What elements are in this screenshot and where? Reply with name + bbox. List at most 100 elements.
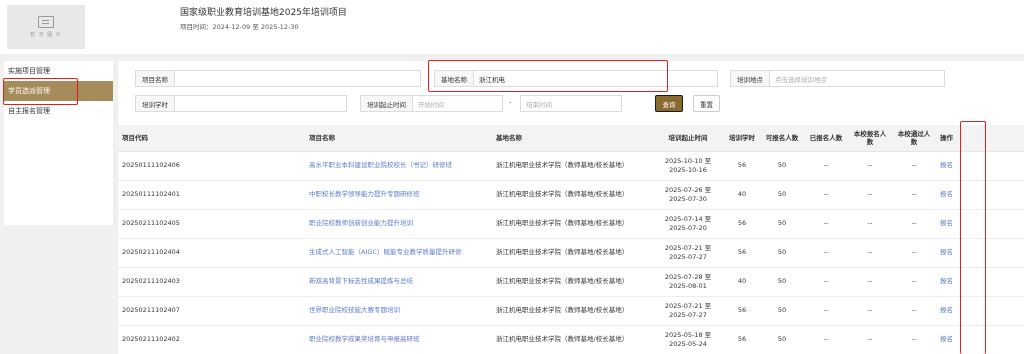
school-passed-count: -- bbox=[892, 325, 936, 354]
sidebar: 实施项目管理 学员选派管理 自主报名管理 bbox=[4, 61, 113, 225]
no-image-text: 暂 无 图 片 bbox=[30, 32, 62, 38]
base-name: 浙江机电职业技术学院（教师基地/校长基地） bbox=[492, 296, 652, 326]
training-hours: 56 bbox=[724, 325, 760, 354]
hours-label: 培训学时 bbox=[135, 95, 174, 112]
col-header-action: 操作 bbox=[936, 125, 1024, 152]
register-link[interactable]: 报名 bbox=[936, 238, 1024, 268]
table-row: 20250211102407 世界职业院校技能大赛专题培训 浙江机电职业技术学院… bbox=[118, 296, 1024, 326]
page-header: 暂 无 图 片 国家级职业教育培训基地2025年培训项目 项目时间：2024-1… bbox=[0, 0, 1024, 54]
period-end: 2025-07-27 bbox=[669, 252, 707, 261]
project-name-link[interactable]: 职业院校教学成果奖培育与申报高研班 bbox=[305, 325, 492, 354]
register-link[interactable]: 报名 bbox=[936, 325, 1024, 354]
project-code: 20250211102407 bbox=[118, 296, 305, 326]
period-end: 2025-07-20 bbox=[669, 223, 707, 232]
register-link[interactable]: 报名 bbox=[936, 209, 1024, 239]
register-link[interactable]: 报名 bbox=[936, 267, 1024, 297]
project-code: 20250211102403 bbox=[118, 267, 305, 297]
table-header-row: 项目代码 项目名称 基地名称 培训起止时间 培训学时 可报名人数 已报名人数 本… bbox=[118, 125, 1024, 152]
period-start-input[interactable]: 开始时间 bbox=[412, 95, 503, 112]
school-passed-count: -- bbox=[892, 209, 936, 239]
period-end: 2025-07-30 bbox=[669, 194, 707, 203]
project-name-label: 项目名称 bbox=[135, 70, 174, 87]
project-name-link[interactable]: 世界职业院校技能大赛专题培训 bbox=[305, 296, 492, 326]
col-header-enrolled: 已报名人数 bbox=[804, 125, 848, 152]
location-select[interactable]: 点击选择培训地点 bbox=[769, 70, 945, 87]
training-hours: 56 bbox=[724, 209, 760, 239]
register-link[interactable]: 报名 bbox=[936, 151, 1024, 181]
period-start: 2025-07-21 至 bbox=[664, 301, 712, 310]
project-code: 20250111102406 bbox=[118, 151, 305, 181]
school-enrolled-count: -- bbox=[848, 209, 892, 239]
hours-filter: 培训学时 bbox=[135, 95, 347, 112]
capacity: 50 bbox=[760, 296, 804, 326]
sidebar-item-self-registration[interactable]: 自主报名管理 bbox=[4, 101, 113, 121]
school-enrolled-count: -- bbox=[848, 238, 892, 268]
project-time: 项目时间：2024-12-09 至 2025-12-30 bbox=[180, 23, 299, 31]
period-label: 培训起止时间 bbox=[360, 95, 412, 112]
image-placeholder-icon bbox=[38, 16, 54, 28]
period-start: 2025-07-26 至 bbox=[664, 185, 712, 194]
training-hours: 40 bbox=[724, 267, 760, 297]
project-name-link[interactable]: 生成式人工智能（AIGC）赋能专业教学质量提升研修 bbox=[305, 238, 492, 268]
enrolled-count: -- bbox=[804, 209, 848, 239]
col-header-school-passed: 本校通过人数 bbox=[892, 125, 936, 152]
location-filter: 培训地点 点击选择培训地点 bbox=[730, 70, 945, 87]
training-period: 2025-07-26 至 2025-07-30 bbox=[652, 180, 724, 210]
school-enrolled-count: -- bbox=[848, 296, 892, 326]
table-row: 20250211102402 职业院校教学成果奖培育与申报高研班 浙江机电职业技… bbox=[118, 325, 1024, 354]
base-name: 浙江机电职业技术学院（教师基地/校长基地） bbox=[492, 267, 652, 297]
project-name-link[interactable]: 高水平职业本科建设职业院校校长（书记）研修班 bbox=[305, 151, 492, 181]
sidebar-item-project-management[interactable]: 实施项目管理 bbox=[4, 61, 113, 81]
sidebar-item-student-selection[interactable]: 学员选派管理 bbox=[4, 81, 113, 101]
query-button[interactable]: 查询 bbox=[655, 95, 683, 112]
training-hours: 56 bbox=[724, 151, 760, 181]
period-start: 2025-05-18 至 bbox=[664, 330, 712, 339]
training-period: 2025-07-21 至 2025-07-27 bbox=[652, 296, 724, 326]
capacity: 50 bbox=[760, 267, 804, 297]
period-end-filter: 结束时间 bbox=[520, 95, 622, 112]
training-period: 2025-07-28 至 2025-08-01 bbox=[652, 267, 724, 297]
table-row: 20250211102405 职业院校教师创新创业能力提升培训 浙江机电职业技术… bbox=[118, 209, 1024, 239]
enrolled-count: -- bbox=[804, 180, 848, 210]
project-code: 20250211102405 bbox=[118, 209, 305, 239]
capacity: 50 bbox=[760, 325, 804, 354]
period-separator: - bbox=[509, 99, 512, 107]
project-name-link[interactable]: 职业院校教师创新创业能力提升培训 bbox=[305, 209, 492, 239]
school-enrolled-count: -- bbox=[848, 180, 892, 210]
col-header-school-enrolled: 本校报名人数 bbox=[848, 125, 892, 152]
project-table: 项目代码 项目名称 基地名称 培训起止时间 培训学时 可报名人数 已报名人数 本… bbox=[118, 125, 1024, 354]
school-enrolled-count: -- bbox=[848, 267, 892, 297]
period-end: 2025-05-24 bbox=[669, 339, 707, 348]
training-period: 2025-10-10 至 2025-10-16 bbox=[652, 151, 724, 181]
table-row: 20250211102404 生成式人工智能（AIGC）赋能专业教学质量提升研修… bbox=[118, 238, 1024, 268]
table-row: 20250111102406 高水平职业本科建设职业院校校长（书记）研修班 浙江… bbox=[118, 151, 1024, 181]
school-passed-count: -- bbox=[892, 296, 936, 326]
period-end: 2025-08-01 bbox=[669, 281, 707, 290]
base-name: 浙江机电职业技术学院（教师基地/校长基地） bbox=[492, 180, 652, 210]
period-end: 2025-07-27 bbox=[669, 310, 707, 319]
project-name-link[interactable]: 新双高背景下标志性成果提炼与总结 bbox=[305, 267, 492, 297]
school-passed-count: -- bbox=[892, 151, 936, 181]
project-code: 20250211102402 bbox=[118, 325, 305, 354]
project-name-link[interactable]: 中职校长教学领导能力提升专题研修班 bbox=[305, 180, 492, 210]
enrolled-count: -- bbox=[804, 296, 848, 326]
col-header-hours: 培训学时 bbox=[724, 125, 760, 152]
table-row: 20250211102403 新双高背景下标志性成果提炼与总结 浙江机电职业技术… bbox=[118, 267, 1024, 297]
project-code: 20250211102404 bbox=[118, 238, 305, 268]
reset-button[interactable]: 重置 bbox=[693, 95, 720, 112]
project-image-placeholder: 暂 无 图 片 bbox=[7, 5, 85, 49]
training-period: 2025-05-18 至 2025-05-24 bbox=[652, 325, 724, 354]
period-start: 2025-07-21 至 bbox=[664, 243, 712, 252]
period-end-input[interactable]: 结束时间 bbox=[520, 95, 622, 112]
hours-input[interactable] bbox=[174, 95, 347, 112]
register-link[interactable]: 报名 bbox=[936, 296, 1024, 326]
project-name-input[interactable] bbox=[174, 70, 421, 87]
enrolled-count: -- bbox=[804, 325, 848, 354]
period-filter: 培训起止时间 开始时间 bbox=[360, 95, 503, 112]
base-name-input[interactable]: 浙江机电 bbox=[473, 70, 718, 87]
period-start: 2025-07-14 至 bbox=[664, 214, 712, 223]
register-link[interactable]: 报名 bbox=[936, 180, 1024, 210]
capacity: 50 bbox=[760, 180, 804, 210]
enrolled-count: -- bbox=[804, 267, 848, 297]
project-name-filter: 项目名称 bbox=[135, 70, 421, 87]
